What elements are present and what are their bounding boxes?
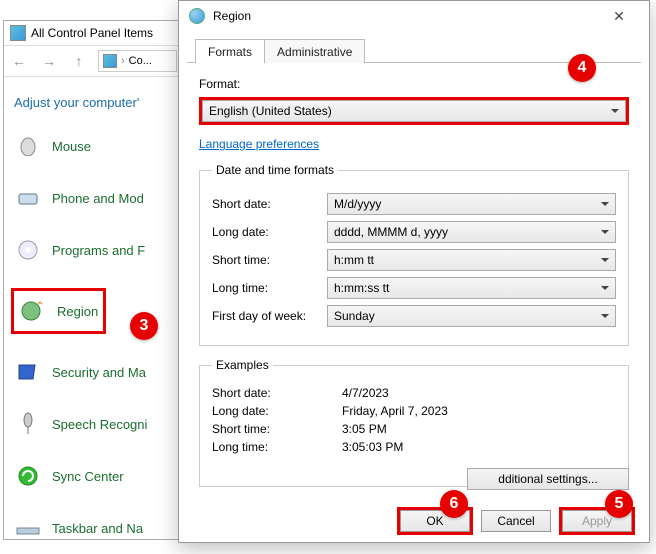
cp-item-label: Taskbar and Na (52, 521, 143, 536)
globe-icon (189, 8, 205, 24)
short-date-label: Short date: (212, 197, 327, 211)
cp-path-icon (103, 54, 117, 68)
address-bar[interactable]: › Co... (98, 50, 177, 72)
cp-item-mouse[interactable]: Mouse (12, 120, 173, 172)
callout-3: 3 (130, 312, 158, 340)
ex-ld-label: Long date: (212, 404, 342, 418)
cp-item-label: Security and Ma (52, 365, 146, 380)
cp-item-list: Mouse Phone and Mod Programs and F Regio… (4, 120, 181, 554)
dialog-title: Region (213, 9, 599, 23)
short-date-select[interactable]: M/d/yyyy (327, 193, 616, 215)
date-time-formats-group: Date and time formats Short date: M/d/yyy… (199, 163, 629, 346)
address-text: Co... (129, 55, 152, 67)
ex-st-label: Short time: (212, 422, 342, 436)
examples-legend: Examples (212, 358, 273, 372)
cp-title-text: All Control Panel Items (31, 26, 153, 40)
ex-lt-value: 3:05:03 PM (342, 440, 403, 454)
short-time-select[interactable]: h:mm tt (327, 249, 616, 271)
long-date-value: dddd, MMMM d, yyyy (334, 225, 448, 239)
sync-icon (14, 462, 42, 490)
tab-page-formats: Format: English (United States) Language… (179, 63, 649, 503)
programs-icon (14, 236, 42, 264)
control-panel-window: All Control Panel Items ← → ↑ › Co... Ad… (3, 20, 182, 540)
dialog-titlebar: Region ✕ (179, 1, 649, 31)
short-date-value: M/d/yyyy (334, 197, 381, 211)
tab-formats[interactable]: Formats (195, 39, 265, 63)
cp-item-programs[interactable]: Programs and F (12, 224, 173, 276)
up-button[interactable]: ↑ (68, 50, 90, 72)
language-preferences-link[interactable]: Language preferences (199, 137, 319, 151)
short-time-value: h:mm tt (334, 253, 374, 267)
region-icon (19, 297, 47, 325)
cp-item-speech[interactable]: Speech Recogni (12, 398, 173, 450)
mouse-icon (14, 132, 42, 160)
cp-item-label: Phone and Mod (52, 191, 144, 206)
first-day-select[interactable]: Sunday (327, 305, 616, 327)
cp-item-phone[interactable]: Phone and Mod (12, 172, 173, 224)
taskbar-icon (14, 514, 42, 542)
cp-item-label: Programs and F (52, 243, 145, 258)
long-time-label: Long time: (212, 281, 327, 295)
security-icon (14, 358, 42, 386)
cp-item-label: Sync Center (52, 469, 124, 484)
cp-heading: Adjust your computer' (4, 77, 181, 120)
ex-lt-label: Long time: (212, 440, 342, 454)
first-day-value: Sunday (334, 309, 375, 323)
additional-settings-button[interactable]: dditional settings... (467, 468, 629, 490)
cp-item-taskbar[interactable]: Taskbar and Na (12, 502, 173, 554)
cp-titlebar: All Control Panel Items (4, 21, 181, 45)
dialog-buttons: OK Cancel Apply (179, 500, 649, 542)
format-label: Format: (199, 77, 629, 91)
cp-item-label: Speech Recogni (52, 417, 147, 432)
callout-4: 4 (568, 54, 596, 82)
ex-ld-value: Friday, April 7, 2023 (342, 404, 448, 418)
ex-sd-value: 4/7/2023 (342, 386, 389, 400)
cp-item-region[interactable]: Region (11, 288, 106, 334)
cp-item-security[interactable]: Security and Ma (12, 346, 173, 398)
dt-legend: Date and time formats (212, 163, 338, 177)
long-date-label: Long date: (212, 225, 327, 239)
cp-item-sync[interactable]: Sync Center (12, 450, 173, 502)
long-time-select[interactable]: h:mm:ss tt (327, 277, 616, 299)
short-time-label: Short time: (212, 253, 327, 267)
tab-administrative[interactable]: Administrative (264, 39, 365, 63)
cp-navbar: ← → ↑ › Co... (4, 45, 181, 77)
speech-icon (14, 410, 42, 438)
callout-5: 5 (605, 490, 633, 518)
cp-item-label: Mouse (52, 139, 91, 154)
callout-6: 6 (440, 490, 468, 518)
cp-item-label: Region (57, 304, 98, 319)
cancel-button[interactable]: Cancel (481, 510, 551, 532)
close-button[interactable]: ✕ (599, 8, 639, 25)
ex-st-value: 3:05 PM (342, 422, 387, 436)
long-date-select[interactable]: dddd, MMMM d, yyyy (327, 221, 616, 243)
back-button[interactable]: ← (8, 50, 30, 72)
forward-button[interactable]: → (38, 50, 60, 72)
ex-sd-label: Short date: (212, 386, 342, 400)
format-select[interactable]: English (United States) (202, 100, 626, 122)
control-panel-icon (10, 25, 26, 41)
first-day-label: First day of week: (212, 309, 327, 323)
format-value: English (United States) (209, 104, 332, 118)
long-time-value: h:mm:ss tt (334, 281, 389, 295)
format-select-highlight: English (United States) (199, 97, 629, 125)
phone-icon (14, 184, 42, 212)
